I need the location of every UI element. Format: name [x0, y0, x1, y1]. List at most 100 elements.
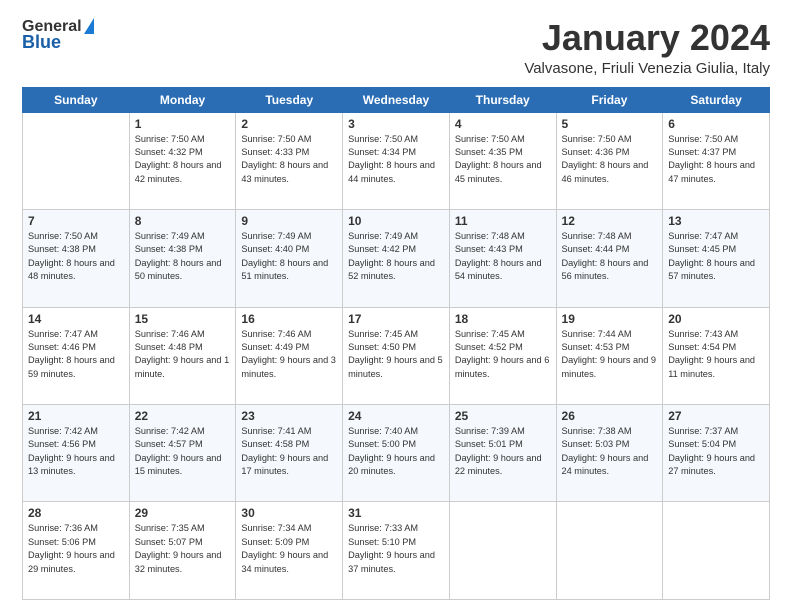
cell-info: Sunrise: 7:50 AMSunset: 4:32 PMDaylight:…: [135, 133, 231, 186]
col-thursday: Thursday: [449, 87, 556, 112]
day-number: 19: [562, 312, 658, 326]
day-number: 28: [28, 506, 124, 520]
day-number: 3: [348, 117, 444, 131]
day-number: 18: [455, 312, 551, 326]
table-cell: 16Sunrise: 7:46 AMSunset: 4:49 PMDayligh…: [236, 307, 343, 404]
day-number: 13: [668, 214, 764, 228]
cell-info: Sunrise: 7:41 AMSunset: 4:58 PMDaylight:…: [241, 425, 337, 478]
table-cell: 17 Sunrise: 7:45 AMSunset: 4:50 PMDayligh…: [343, 307, 450, 404]
table-cell: 12Sunrise: 7:48 AMSunset: 4:44 PMDayligh…: [556, 210, 663, 307]
logo-blue-text: Blue: [22, 32, 61, 53]
table-cell: 23 Sunrise: 7:41 AMSunset: 4:58 PMDayligh…: [236, 405, 343, 502]
day-number: 7: [28, 214, 124, 228]
day-number: 5: [562, 117, 658, 131]
cell-info: Sunrise: 7:50 AMSunset: 4:33 PMDaylight:…: [241, 133, 337, 186]
day-number: 29: [135, 506, 231, 520]
cell-info: Sunrise: 7:39 AMSunset: 5:01 PMDaylight:…: [455, 425, 551, 478]
table-cell: 25 Sunrise: 7:39 AMSunset: 5:01 PMDayligh…: [449, 405, 556, 502]
table-cell: [556, 502, 663, 600]
day-number: 8: [135, 214, 231, 228]
table-cell: 14Sunrise: 7:47 AMSunset: 4:46 PMDayligh…: [23, 307, 130, 404]
col-wednesday: Wednesday: [343, 87, 450, 112]
table-cell: 3 Sunrise: 7:50 AMSunset: 4:34 PMDaylight…: [343, 112, 450, 209]
title-block: January 2024 Valvasone, Friuli Venezia G…: [524, 18, 770, 77]
logo: General Blue: [22, 18, 94, 53]
cell-info: Sunrise: 7:34 AMSunset: 5:09 PMDaylight:…: [241, 522, 337, 575]
table-cell: 2 Sunrise: 7:50 AMSunset: 4:33 PMDaylight…: [236, 112, 343, 209]
day-number: 6: [668, 117, 764, 131]
col-monday: Monday: [129, 87, 236, 112]
table-cell: 5 Sunrise: 7:50 AMSunset: 4:36 PMDaylight…: [556, 112, 663, 209]
day-number: 24: [348, 409, 444, 423]
table-cell: [449, 502, 556, 600]
cell-info: Sunrise: 7:49 AMSunset: 4:42 PMDaylight:…: [348, 230, 444, 283]
day-number: 17: [348, 312, 444, 326]
table-cell: 19 Sunrise: 7:44 AMSunset: 4:53 PMDayligh…: [556, 307, 663, 404]
cell-info: Sunrise: 7:44 AMSunset: 4:53 PMDaylight:…: [562, 328, 658, 381]
table-cell: 1 Sunrise: 7:50 AMSunset: 4:32 PMDaylight…: [129, 112, 236, 209]
table-cell: 4 Sunrise: 7:50 AMSunset: 4:35 PMDaylight…: [449, 112, 556, 209]
cell-info: Sunrise: 7:50 AMSunset: 4:36 PMDaylight:…: [562, 133, 658, 186]
cell-info: Sunrise: 7:50 AMSunset: 4:34 PMDaylight:…: [348, 133, 444, 186]
table-cell: 27 Sunrise: 7:37 AMSunset: 5:04 PMDayligh…: [663, 405, 770, 502]
table-cell: 6 Sunrise: 7:50 AMSunset: 4:37 PMDaylight…: [663, 112, 770, 209]
cell-info: Sunrise: 7:47 AMSunset: 4:46 PMDaylight:…: [28, 328, 124, 381]
cell-info: Sunrise: 7:42 AMSunset: 4:57 PMDaylight:…: [135, 425, 231, 478]
cell-info: Sunrise: 7:42 AMSunset: 4:56 PMDaylight:…: [28, 425, 124, 478]
day-number: 27: [668, 409, 764, 423]
cell-info: Sunrise: 7:45 AMSunset: 4:50 PMDaylight:…: [348, 328, 444, 381]
day-number: 22: [135, 409, 231, 423]
page: General Blue January 2024 Valvasone, Fri…: [0, 0, 792, 612]
cell-info: Sunrise: 7:49 AMSunset: 4:40 PMDaylight:…: [241, 230, 337, 283]
cell-info: Sunrise: 7:43 AMSunset: 4:54 PMDaylight:…: [668, 328, 764, 381]
day-number: 10: [348, 214, 444, 228]
day-number: 25: [455, 409, 551, 423]
cell-info: Sunrise: 7:33 AMSunset: 5:10 PMDaylight:…: [348, 522, 444, 575]
day-number: 20: [668, 312, 764, 326]
table-cell: [23, 112, 130, 209]
table-cell: 10 Sunrise: 7:49 AMSunset: 4:42 PMDayligh…: [343, 210, 450, 307]
day-number: 2: [241, 117, 337, 131]
day-number: 11: [455, 214, 551, 228]
cell-info: Sunrise: 7:50 AMSunset: 4:35 PMDaylight:…: [455, 133, 551, 186]
month-title: January 2024: [524, 18, 770, 58]
day-number: 31: [348, 506, 444, 520]
table-cell: 7 Sunrise: 7:50 AMSunset: 4:38 PMDaylight…: [23, 210, 130, 307]
calendar-header-row: Sunday Monday Tuesday Wednesday Thursday…: [23, 87, 770, 112]
table-cell: 28 Sunrise: 7:36 AMSunset: 5:06 PMDayligh…: [23, 502, 130, 600]
day-number: 15: [135, 312, 231, 326]
cell-info: Sunrise: 7:37 AMSunset: 5:04 PMDaylight:…: [668, 425, 764, 478]
table-cell: 20 Sunrise: 7:43 AMSunset: 4:54 PMDayligh…: [663, 307, 770, 404]
day-number: 9: [241, 214, 337, 228]
cell-info: Sunrise: 7:50 AMSunset: 4:37 PMDaylight:…: [668, 133, 764, 186]
table-cell: 30 Sunrise: 7:34 AMSunset: 5:09 PMDayligh…: [236, 502, 343, 600]
day-number: 21: [28, 409, 124, 423]
table-cell: 11 Sunrise: 7:48 AMSunset: 4:43 PMDayligh…: [449, 210, 556, 307]
cell-info: Sunrise: 7:49 AMSunset: 4:38 PMDaylight:…: [135, 230, 231, 283]
col-saturday: Saturday: [663, 87, 770, 112]
cell-info: Sunrise: 7:50 AMSunset: 4:38 PMDaylight:…: [28, 230, 124, 283]
cell-info: Sunrise: 7:45 AMSunset: 4:52 PMDaylight:…: [455, 328, 551, 381]
day-number: 23: [241, 409, 337, 423]
table-cell: 9 Sunrise: 7:49 AMSunset: 4:40 PMDaylight…: [236, 210, 343, 307]
header: General Blue January 2024 Valvasone, Fri…: [22, 18, 770, 77]
table-cell: 18 Sunrise: 7:45 AMSunset: 4:52 PMDayligh…: [449, 307, 556, 404]
cell-info: Sunrise: 7:48 AMSunset: 4:43 PMDaylight:…: [455, 230, 551, 283]
day-number: 26: [562, 409, 658, 423]
day-number: 30: [241, 506, 337, 520]
cell-info: Sunrise: 7:36 AMSunset: 5:06 PMDaylight:…: [28, 522, 124, 575]
table-cell: 24Sunrise: 7:40 AMSunset: 5:00 PMDayligh…: [343, 405, 450, 502]
col-tuesday: Tuesday: [236, 87, 343, 112]
day-number: 4: [455, 117, 551, 131]
table-cell: 22 Sunrise: 7:42 AMSunset: 4:57 PMDayligh…: [129, 405, 236, 502]
table-cell: 31 Sunrise: 7:33 AMSunset: 5:10 PMDayligh…: [343, 502, 450, 600]
day-number: 1: [135, 117, 231, 131]
col-sunday: Sunday: [23, 87, 130, 112]
table-cell: 21 Sunrise: 7:42 AMSunset: 4:56 PMDayligh…: [23, 405, 130, 502]
table-cell: 29Sunrise: 7:35 AMSunset: 5:07 PMDayligh…: [129, 502, 236, 600]
cell-info: Sunrise: 7:38 AMSunset: 5:03 PMDaylight:…: [562, 425, 658, 478]
col-friday: Friday: [556, 87, 663, 112]
table-cell: [663, 502, 770, 600]
day-number: 12: [562, 214, 658, 228]
location: Valvasone, Friuli Venezia Giulia, Italy: [524, 60, 770, 77]
